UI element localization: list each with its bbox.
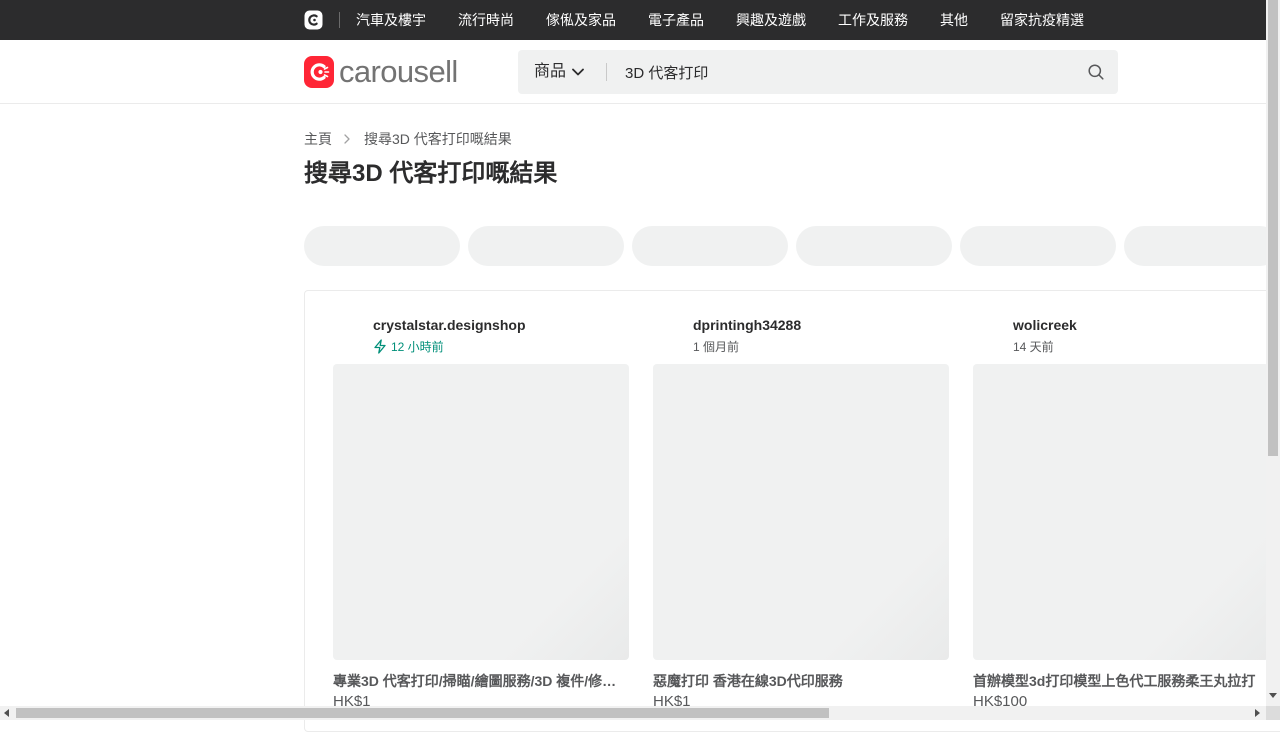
listing-time: 1 個月前 <box>693 338 739 355</box>
listing-time-text: 1 個月前 <box>693 340 740 354</box>
carousell-logo[interactable]: carousell <box>304 56 458 88</box>
breadcrumb-home[interactable]: 主頁 <box>304 129 332 149</box>
seller-name[interactable]: wolicreek <box>1013 317 1077 333</box>
scroll-right-arrow-icon[interactable] <box>1255 709 1260 717</box>
category-stay-home-picks[interactable]: 留家抗疫精選 <box>984 0 1100 40</box>
filter-chip[interactable] <box>304 226 460 266</box>
carousell-logo-icon <box>304 56 334 88</box>
search-icon[interactable] <box>1087 63 1105 81</box>
category-jobs-services[interactable]: 工作及服務 <box>822 0 924 40</box>
seller-info[interactable]: crystalstar.designshop 12 小時前 <box>333 317 629 357</box>
filter-chips <box>304 226 1280 266</box>
listing-time: 14 天前 <box>1013 338 1054 355</box>
search-separator <box>606 63 607 81</box>
seller-name[interactable]: dprintingh34288 <box>693 317 801 333</box>
listing-time-text: 14 天前 <box>1013 340 1054 354</box>
avatar[interactable] <box>979 319 1007 347</box>
filter-chip[interactable] <box>632 226 788 266</box>
chevron-down-icon <box>572 68 584 76</box>
seller-name[interactable]: crystalstar.designshop <box>373 317 526 333</box>
listing-title[interactable]: 惡魔打印 香港在線3D代印服務 <box>653 671 939 691</box>
horizontal-scrollbar[interactable] <box>0 706 1266 720</box>
vertical-scrollbar[interactable] <box>1266 0 1280 706</box>
filter-chip[interactable] <box>796 226 952 266</box>
search-type-label: 商品 <box>534 63 567 80</box>
scroll-left-arrow-icon[interactable] <box>4 709 9 717</box>
listing-title[interactable]: 首辦模型3d打印模型上色代工服務柔王丸拉打 <box>973 671 1259 691</box>
avatar[interactable] <box>659 319 687 347</box>
search-bar: 商品 <box>518 50 1118 94</box>
chevron-right-icon <box>344 134 350 144</box>
category-electronics[interactable]: 電子產品 <box>632 0 720 40</box>
category-bar: 汽車及樓宇 流行時尚 傢俬及家品 電子產品 興趣及遊戲 工作及服務 其他 留家抗… <box>0 0 1280 40</box>
seller-info[interactable]: dprintingh34288 1 個月前 <box>653 317 949 357</box>
listing-photo[interactable] <box>973 364 1269 660</box>
scroll-down-arrow-icon[interactable] <box>1269 693 1277 698</box>
scrollbar-corner <box>1266 706 1280 720</box>
category-cars-property[interactable]: 汽車及樓宇 <box>340 0 442 40</box>
listing-time-text: 12 小時前 <box>391 340 444 354</box>
listing-title[interactable]: 專業3D 代客打印/掃瞄/繪圖服務/3D 複件/修補/模型 <box>333 671 619 691</box>
horizontal-scrollbar-thumb[interactable] <box>16 708 829 718</box>
category-fashion[interactable]: 流行時尚 <box>442 0 530 40</box>
breadcrumb: 主頁 搜尋3D 代客打印嘅結果 <box>304 130 512 148</box>
category-nav: 汽車及樓宇 流行時尚 傢俬及家品 電子產品 興趣及遊戲 工作及服務 其他 留家抗… <box>340 0 1100 40</box>
avatar[interactable] <box>339 319 367 347</box>
search-type-dropdown[interactable]: 商品 <box>534 50 584 94</box>
search-input[interactable] <box>615 50 1075 94</box>
vertical-scrollbar-thumb[interactable] <box>1268 0 1278 456</box>
carousell-mini-logo-icon[interactable] <box>304 10 323 30</box>
category-hobbies-games[interactable]: 興趣及遊戲 <box>720 0 822 40</box>
listing-time: 12 小時前 <box>373 338 444 355</box>
breadcrumb-current: 搜尋3D 代客打印嘅結果 <box>364 131 512 147</box>
filter-chip[interactable] <box>1124 226 1280 266</box>
category-others[interactable]: 其他 <box>924 0 984 40</box>
listing-results: crystalstar.designshop 12 小時前 專業3D 代客打印/… <box>304 290 1280 732</box>
filter-chip[interactable] <box>468 226 624 266</box>
category-furniture-home[interactable]: 傢俬及家品 <box>530 0 632 40</box>
listing-photo[interactable] <box>653 364 949 660</box>
lightning-bump-icon <box>374 339 386 354</box>
listing-photo[interactable] <box>333 364 629 660</box>
page-title: 搜尋3D 代客打印嘅結果 <box>304 160 558 187</box>
logo-wordmark: carousell <box>339 54 458 89</box>
site-header: carousell 商品 <box>0 40 1266 104</box>
filter-chip[interactable] <box>960 226 1116 266</box>
seller-info[interactable]: wolicreek 14 天前 <box>973 317 1269 357</box>
